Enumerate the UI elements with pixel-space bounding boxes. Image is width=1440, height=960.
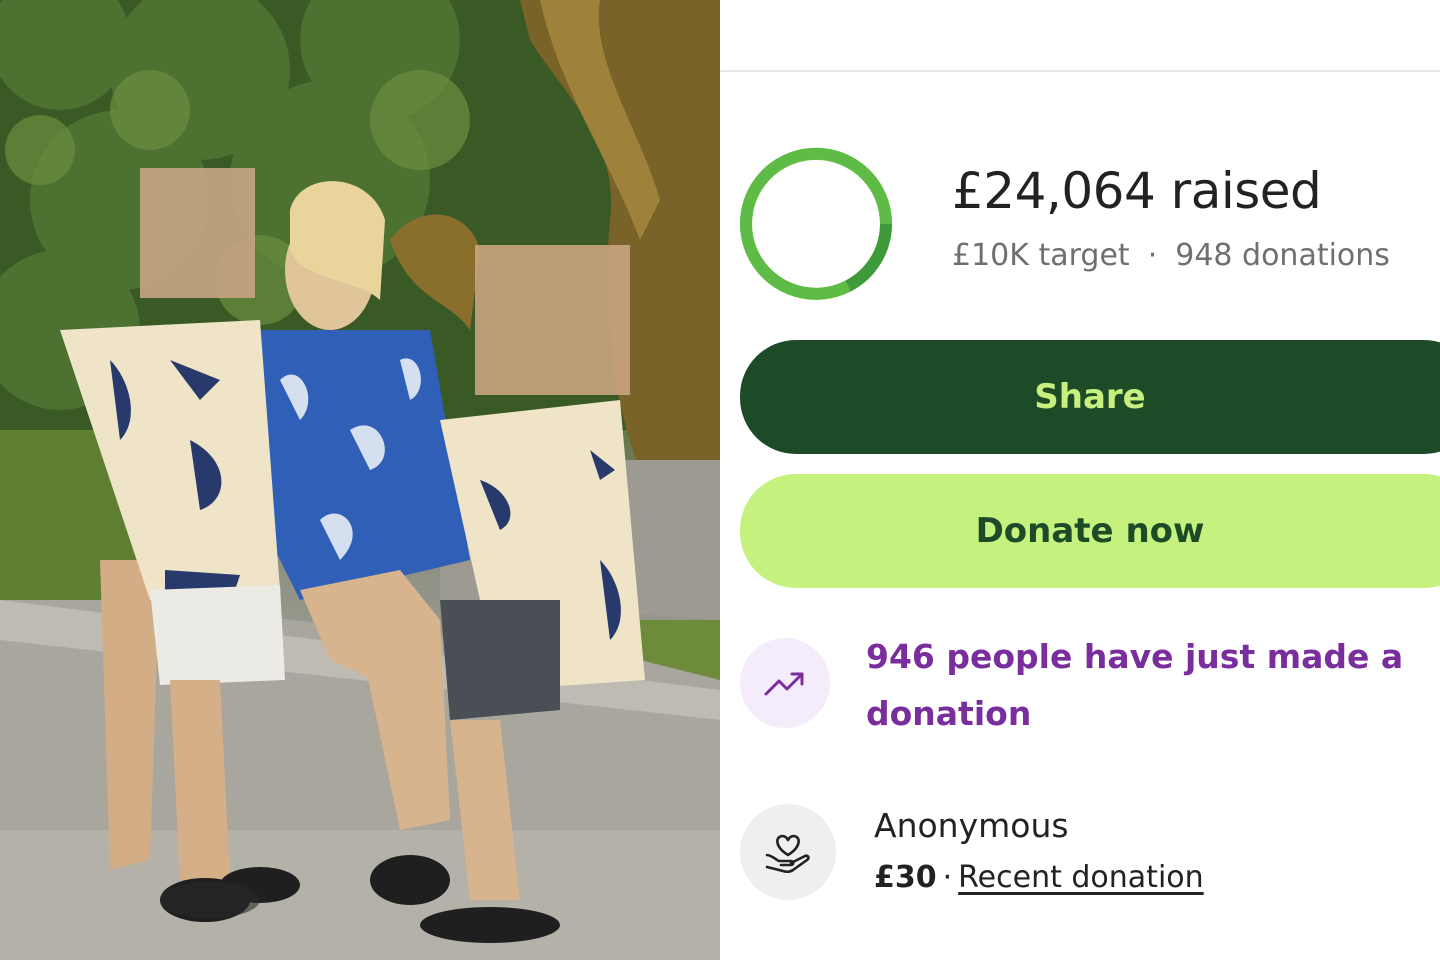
share-button[interactable]: Share xyxy=(740,340,1440,454)
target-amount: £10K target xyxy=(952,238,1130,273)
meta-separator: · xyxy=(1147,238,1158,273)
donate-now-button[interactable]: Donate now xyxy=(740,474,1440,588)
trend-badge xyxy=(740,638,830,728)
recent-donation-link[interactable]: Recent donation xyxy=(958,860,1203,895)
photo-panel xyxy=(0,0,720,960)
hand-heart-icon xyxy=(765,834,810,873)
recent-activity-message: 946 people have just made a donation xyxy=(866,637,1404,733)
panel-divider xyxy=(720,70,1440,72)
fundraiser-meta: £10K target · 948 donations xyxy=(952,238,1390,273)
donation-details: £30 · Recent donation xyxy=(874,860,1204,895)
donation-count: 948 donations xyxy=(1175,238,1390,273)
fundraiser-panel: £24,064 raised £10K target · 948 donations… xyxy=(720,0,1440,960)
outdoor-photo xyxy=(0,0,720,960)
donor-name: Anonymous xyxy=(874,806,1069,845)
raised-amount: £24,064 raised xyxy=(952,162,1322,220)
donor-avatar xyxy=(740,804,836,900)
donation-amount: £30 xyxy=(874,860,937,895)
trending-up-icon xyxy=(764,672,804,696)
progress-ring xyxy=(740,147,893,300)
donation-separator: · xyxy=(942,860,953,895)
